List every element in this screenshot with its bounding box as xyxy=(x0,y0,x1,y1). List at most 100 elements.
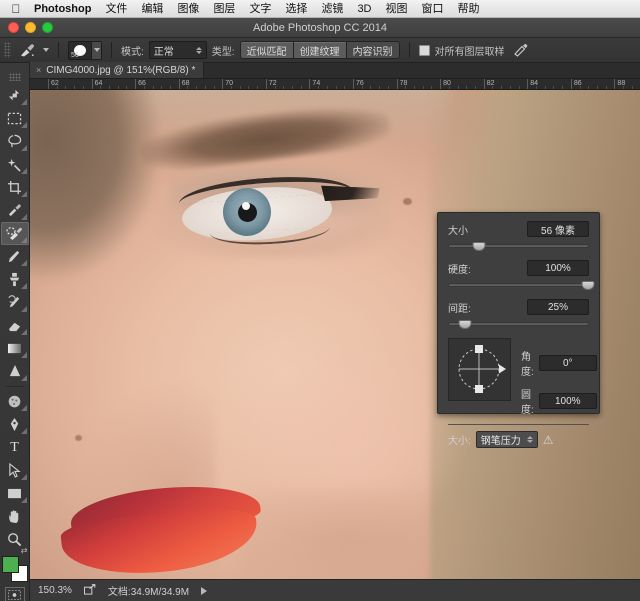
dodge-tool[interactable] xyxy=(1,390,29,413)
ruler-tick xyxy=(440,79,441,90)
menu-item-edit[interactable]: 编辑 xyxy=(134,0,170,18)
sample-all-layers-checkbox[interactable] xyxy=(419,45,430,56)
document-tab-bar: × CIMG4000.jpg @ 151%(RGB/8) * xyxy=(30,63,640,79)
ruler-tick xyxy=(48,79,49,90)
play-arrow-icon[interactable] xyxy=(201,587,207,595)
type-option-create-texture[interactable]: 创建纹理 xyxy=(293,41,346,59)
size-control-dropdown[interactable]: 钢笔压力 xyxy=(476,431,538,448)
divider xyxy=(448,424,589,425)
spacing-slider[interactable] xyxy=(448,318,589,330)
menu-item-window[interactable]: 窗口 xyxy=(415,0,451,18)
spacing-value[interactable]: 25% xyxy=(527,299,589,315)
ruler-tick xyxy=(614,79,615,90)
menu-item-view[interactable]: 视图 xyxy=(379,0,415,18)
move-tool[interactable] xyxy=(1,84,29,107)
tablet-pressure-icon[interactable] xyxy=(510,41,532,60)
zoom-level[interactable]: 150.3% xyxy=(38,585,72,596)
mode-value: 正常 xyxy=(154,43,174,58)
horizontal-ruler[interactable]: 6264666870727476788082848688 xyxy=(30,79,640,90)
document-tab[interactable]: × CIMG4000.jpg @ 151%(RGB/8) * xyxy=(30,62,204,78)
window-title-bar: Adobe Photoshop CC 2014 xyxy=(0,18,640,38)
app-title: Adobe Photoshop CC 2014 xyxy=(0,22,640,34)
close-icon[interactable]: × xyxy=(36,65,41,75)
marquee-tool[interactable] xyxy=(1,107,29,130)
ruler-tick xyxy=(309,79,310,90)
pen-tool[interactable] xyxy=(1,413,29,436)
history-brush-tool[interactable] xyxy=(1,291,29,314)
tools-panel-grip[interactable] xyxy=(9,73,21,81)
mode-select[interactable]: 正常 xyxy=(149,41,207,59)
angle-roundness-fields: 角度: 0° 圆度: 100% xyxy=(521,338,597,416)
menu-item-layer[interactable]: 图层 xyxy=(206,0,242,18)
angle-roundness-control[interactable] xyxy=(448,338,511,401)
spacing-label: 间距: xyxy=(448,300,471,315)
menu-item-file[interactable]: 文件 xyxy=(98,0,134,18)
menu-item-image[interactable]: 图像 xyxy=(170,0,206,18)
options-bar: 56 模式: 正常 类型: 近似匹配 创建纹理 内容识别 对所有图层取样 xyxy=(0,38,640,63)
gradient-tool[interactable] xyxy=(1,337,29,360)
stepper-icon xyxy=(196,47,202,54)
spacing-row: 间距: 25% xyxy=(448,299,589,315)
menu-item-3d[interactable]: 3D xyxy=(350,0,378,18)
document-size-info: 文档:34.9M/34.9M xyxy=(108,583,189,598)
hardness-label: 硬度: xyxy=(448,261,471,276)
spacing-slider-thumb[interactable] xyxy=(458,320,471,329)
eyedropper-tool[interactable] xyxy=(1,199,29,222)
brush-tool[interactable] xyxy=(1,245,29,268)
menu-item-type[interactable]: 文字 xyxy=(242,0,278,18)
ruler-tick xyxy=(353,79,354,90)
size-slider-thumb[interactable] xyxy=(473,242,486,251)
brush-settings-panel[interactable]: 大小 56 像素 硬度: 100% 间距: 25% xyxy=(437,212,600,414)
mode-label: 模式: xyxy=(121,43,144,58)
healing-brush-tool[interactable] xyxy=(1,222,29,245)
swap-colors-icon[interactable]: ⇄ xyxy=(21,546,28,555)
size-label: 大小 xyxy=(448,222,468,237)
rectangle-tool[interactable] xyxy=(1,482,29,505)
foreground-color-swatch[interactable] xyxy=(2,556,19,573)
apple-logo-icon[interactable]:  xyxy=(8,3,24,15)
share-icon[interactable] xyxy=(84,584,96,598)
type-option-content-aware[interactable]: 内容识别 xyxy=(346,41,400,59)
type-label: 类型: xyxy=(212,43,235,58)
type-tool[interactable]: T xyxy=(1,436,29,459)
ruler-tick xyxy=(92,79,93,90)
canvas-area[interactable]: 大小 56 像素 硬度: 100% 间距: 25% xyxy=(30,90,640,579)
menu-item-select[interactable]: 选择 xyxy=(278,0,314,18)
size-slider[interactable] xyxy=(448,240,589,252)
angle-label: 角度: xyxy=(521,348,534,378)
tools-panel: T ⇄ xyxy=(0,63,30,601)
ruler-tick xyxy=(266,79,267,90)
stepper-icon xyxy=(527,436,533,443)
menu-item-photoshop[interactable]: Photoshop xyxy=(24,0,98,18)
type-option-proximity-match[interactable]: 近似匹配 xyxy=(240,41,293,59)
eraser-tool[interactable] xyxy=(1,314,29,337)
blur-tool[interactable] xyxy=(1,360,29,383)
healing-brush-icon[interactable] xyxy=(16,41,38,60)
crop-tool[interactable] xyxy=(1,176,29,199)
divider xyxy=(111,42,112,58)
hardness-value[interactable]: 100% xyxy=(527,260,589,276)
magic-wand-tool[interactable] xyxy=(1,153,29,176)
status-bar: 150.3% 文档:34.9M/34.9M xyxy=(30,579,640,601)
hardness-slider[interactable] xyxy=(448,279,589,291)
brush-preview: 56 xyxy=(69,42,91,59)
path-selection-tool[interactable] xyxy=(1,459,29,482)
size-value[interactable]: 56 像素 xyxy=(527,221,589,237)
divider xyxy=(58,42,59,58)
angle-roundness-group: 角度: 0° 圆度: 100% xyxy=(448,338,589,416)
angle-value[interactable]: 0° xyxy=(539,355,597,371)
roundness-value[interactable]: 100% xyxy=(539,393,597,409)
hand-tool[interactable] xyxy=(1,505,29,528)
quick-mask-toggle[interactable] xyxy=(5,587,25,601)
clone-stamp-tool[interactable] xyxy=(1,268,29,291)
hardness-slider-thumb[interactable] xyxy=(581,281,594,290)
brush-preset-picker[interactable]: 56 xyxy=(68,41,102,60)
roundness-label: 圆度: xyxy=(521,386,534,416)
warning-triangle-icon: ⚠ xyxy=(543,434,554,446)
options-bar-grip[interactable] xyxy=(4,42,11,58)
tool-preset-chevron-down-icon[interactable] xyxy=(43,48,49,52)
brush-preset-chevron-down-icon[interactable] xyxy=(91,42,101,59)
menu-item-filter[interactable]: 滤镜 xyxy=(314,0,350,18)
menu-item-help[interactable]: 帮助 xyxy=(451,0,487,18)
lasso-tool[interactable] xyxy=(1,130,29,153)
